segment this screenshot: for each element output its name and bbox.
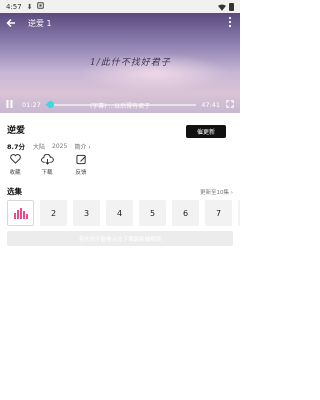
show-year: 2025 — [52, 142, 68, 150]
episode-item-6[interactable]: 6 — [172, 200, 199, 226]
episode-item-next[interactable] — [238, 200, 240, 226]
intro-link[interactable]: 简介 › — [74, 142, 90, 151]
player-title: 逆爱 1 — [28, 19, 52, 28]
episode-item-3[interactable]: 3 — [73, 200, 100, 226]
episode-item-2[interactable]: 2 — [40, 200, 67, 226]
video-subtitle: (字幕) ...以后得有君子 — [89, 103, 151, 110]
favorite-label: 收藏 — [9, 170, 21, 176]
feedback-button[interactable]: 反馈 — [64, 152, 98, 176]
now-playing-icon — [13, 207, 28, 219]
status-time: 4:57 — [6, 2, 22, 11]
episode-item-1[interactable] — [7, 200, 34, 226]
status-bar: 4:57 ⬇ — [0, 0, 240, 13]
wifi-icon — [218, 4, 226, 11]
feedback-label: 反馈 — [75, 170, 87, 176]
battery-icon — [229, 2, 234, 11]
video-frame-text: 1/此什不找好君子 — [90, 58, 171, 68]
privacy-icon — [36, 2, 44, 11]
request-update-button[interactable]: 催更新 — [186, 125, 226, 138]
action-bar: 收藏 下载 反馈 — [0, 152, 100, 176]
favorite-button[interactable]: 收藏 — [0, 152, 30, 176]
more-options-button[interactable] — [228, 16, 232, 31]
download-notice-banner[interactable]: 若失效不能看点击下载最新破解版 — [7, 231, 233, 246]
back-arrow-icon — [6, 18, 15, 28]
download-button[interactable]: 下载 — [30, 152, 64, 176]
back-button[interactable] — [6, 18, 18, 30]
download-icon: ⬇ — [26, 2, 33, 11]
video-player[interactable]: 1/此什不找好君子 逆爱 1 01:27 47:41 (字幕) ...以后得有君… — [0, 13, 240, 113]
episode-item-4[interactable]: 4 — [106, 200, 133, 226]
heart-icon — [8, 152, 22, 166]
episodes-more-link[interactable]: 更新至10集 › — [200, 188, 233, 196]
episode-item-5[interactable]: 5 — [139, 200, 166, 226]
episode-list: 2 3 4 5 6 7 — [7, 200, 240, 226]
more-vertical-icon — [228, 16, 232, 28]
feedback-icon — [74, 152, 88, 166]
episode-item-7[interactable]: 7 — [205, 200, 232, 226]
download-label: 下载 — [41, 170, 53, 176]
show-region: 大陆 — [33, 143, 46, 151]
cloud-download-icon — [40, 152, 54, 166]
episodes-title: 选集 — [7, 187, 22, 196]
show-score: 8.7分 — [7, 143, 26, 151]
episodes-header: 选集 更新至10集 › — [7, 186, 233, 197]
show-meta: 8.7分 大陆 2025 简介 › — [7, 141, 233, 152]
